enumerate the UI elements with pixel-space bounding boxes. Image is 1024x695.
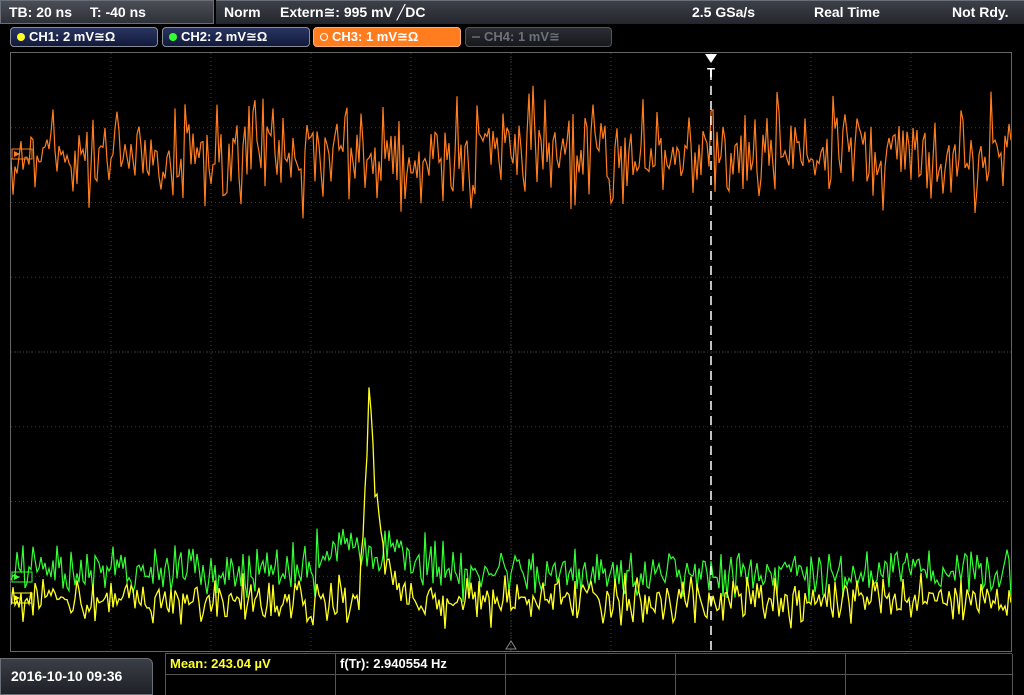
ch2-label: CH2: 2 mV≅Ω (181, 29, 268, 44)
measurement-slot-empty (846, 654, 1013, 675)
mean-measurement: Mean: 243.04 µV (166, 654, 336, 675)
ch1-trace (11, 387, 1011, 629)
measurement-slot-empty (506, 654, 676, 675)
measurement-slot-empty (676, 654, 846, 675)
tab-ch2[interactable]: CH2: 2 mV≅Ω (162, 27, 310, 47)
sample-rate: 2.5 GSa/s (692, 4, 756, 20)
ch3-label: CH3: 1 mV≅Ω (332, 29, 419, 44)
tab-ch4[interactable]: CH4: 1 mV≅ (465, 27, 612, 47)
trigger-marker-label: T (707, 65, 715, 80)
measurement-slot-empty (166, 675, 336, 695)
acquisition-mode: Real Time (814, 4, 880, 20)
trigger-status-strip[interactable]: Norm Extern≅: 995 mV ╱DC 2.5 GSa/s Real … (216, 0, 1024, 24)
measurement-slot-empty (846, 675, 1013, 695)
channel-bar: CH1: 2 mV≅Ω CH2: 2 mV≅Ω CH3: 1 mV≅Ω CH4:… (0, 26, 1024, 48)
trigger-time-readout: T: -40 ns (89, 4, 146, 20)
trigger-source: Extern≅: 995 mV ╱DC (280, 4, 426, 20)
ch1-label: CH1: 2 mV≅Ω (29, 29, 116, 44)
ch1-indicator-icon (17, 33, 25, 41)
measurement-table[interactable]: Mean: 243.04 µV f(Tr): 2.940554 Hz (165, 653, 1013, 695)
waveform-plot: T (11, 53, 1011, 651)
trigger-marker-icon[interactable]: T (705, 54, 717, 80)
tab-ch3[interactable]: CH3: 1 mV≅Ω (313, 27, 461, 47)
graticule (11, 53, 1011, 651)
timebase-readout: TB: 20 ns (9, 4, 73, 20)
measurement-slot-empty (336, 675, 506, 695)
status-bar: TB: 20 ns T: -40 ns Norm Extern≅: 995 mV… (0, 0, 1024, 24)
ch3-indicator-icon (320, 33, 328, 41)
measurement-slot-empty (676, 675, 846, 695)
ch4-indicator-icon (472, 36, 480, 38)
run-status: Not Rdy. (952, 4, 1009, 20)
measurement-slot-empty (506, 675, 676, 695)
trigger-mode: Norm (224, 4, 261, 20)
date-time: 2016-10-10 09:36 (0, 658, 153, 695)
ch4-label: CH4: 1 mV≅ (484, 29, 560, 44)
bottom-bar: 2016-10-10 09:36 Mean: 243.04 µV f(Tr): … (0, 653, 1024, 695)
waveform-display[interactable]: T (10, 52, 1012, 652)
timebase-panel[interactable]: TB: 20 ns T: -40 ns (0, 0, 214, 24)
ch2-indicator-icon (169, 33, 177, 41)
tab-ch1[interactable]: CH1: 2 mV≅Ω (10, 27, 158, 47)
frequency-measurement: f(Tr): 2.940554 Hz (336, 654, 506, 675)
